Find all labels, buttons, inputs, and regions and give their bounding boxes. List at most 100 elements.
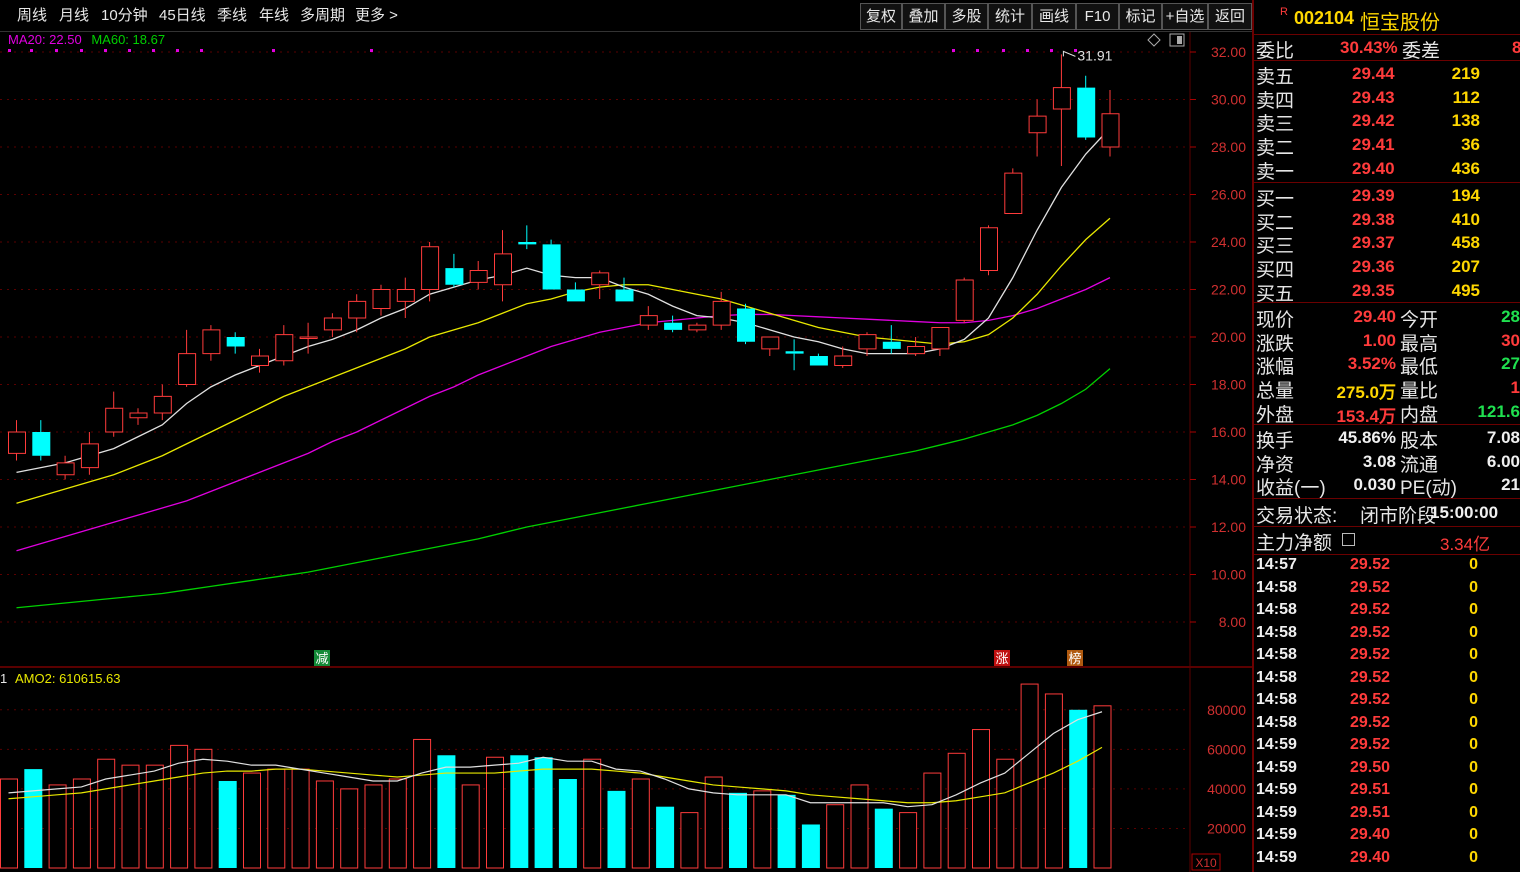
period-tab-4[interactable]: 季线 xyxy=(217,0,247,31)
toolbar-button-7[interactable]: +自选 xyxy=(1162,3,1208,30)
volume-bar-down xyxy=(777,794,796,868)
volume-bar-up xyxy=(461,784,480,869)
separator xyxy=(1254,526,1520,527)
candle-body-up xyxy=(834,355,853,366)
candle-body-up xyxy=(980,227,998,271)
candle-body-up xyxy=(202,329,221,355)
volume-bar-down xyxy=(24,769,43,868)
candle-body-up xyxy=(639,315,658,326)
candle-body-up xyxy=(129,412,148,419)
volume-bar-up xyxy=(315,780,334,869)
period-tab-3[interactable]: 45日线 xyxy=(159,0,206,31)
stat-value: 0.030 xyxy=(1353,475,1396,495)
candle-body-up xyxy=(421,246,440,290)
volume-bar-up xyxy=(267,768,286,869)
tick-time: 14:58 xyxy=(1256,713,1297,731)
toolbar-button-4[interactable]: 画线 xyxy=(1032,3,1076,30)
separator xyxy=(1254,424,1520,425)
volume-bar-up xyxy=(826,804,845,869)
tick-volume: 0 xyxy=(1469,781,1478,798)
volume-legend-prefix: 1 xyxy=(0,671,7,686)
candle-body-up xyxy=(1028,115,1047,134)
signal-dot xyxy=(8,49,11,52)
detail-icon[interactable] xyxy=(1342,533,1355,546)
wei-bi-label: 委比 xyxy=(1256,41,1295,62)
price-tick-label: 32.00 xyxy=(1211,44,1246,60)
signal-dot xyxy=(976,49,979,52)
volume-bar-up xyxy=(121,764,140,869)
kline-chart-area[interactable]: 32.00 30.00 28.00 26.00 24.00 22.00 20.00 18.00… xyxy=(0,0,1252,872)
stat-value: 21 xyxy=(1501,475,1520,495)
period-tab-2[interactable]: 10分钟 xyxy=(101,0,148,31)
tick-time: 14:59 xyxy=(1256,758,1297,776)
tick-volume: 0 xyxy=(1469,736,1478,753)
signal-dot xyxy=(152,49,155,52)
tick-volume: 0 xyxy=(1469,691,1478,708)
tick-price: 29.52 xyxy=(1350,691,1391,708)
period-tab-6[interactable]: 多周期 xyxy=(300,0,345,31)
period-tab-5[interactable]: 年线 xyxy=(259,0,289,31)
ma60-line xyxy=(16,368,1111,609)
volume-bar-up xyxy=(583,758,602,869)
candle-body-down xyxy=(882,341,901,349)
signal-dot xyxy=(128,49,131,52)
candle-body-up xyxy=(469,270,488,283)
toolbar-button-5[interactable]: F10 xyxy=(1076,3,1119,30)
tick-volume: 0 xyxy=(1469,713,1478,731)
candle-body-up xyxy=(153,395,172,414)
candle-body-up xyxy=(348,300,367,319)
sell-price: 29.44 xyxy=(1352,64,1395,83)
price-tick-label: 10.00 xyxy=(1211,567,1246,583)
price-tick-label: 8.00 xyxy=(1219,614,1246,630)
toolbar-button-3[interactable]: 统计 xyxy=(988,3,1032,30)
volume-bar-up xyxy=(631,778,650,869)
toolbar-button-2[interactable]: 多股 xyxy=(945,3,988,30)
volume-bar-up xyxy=(486,756,504,869)
period-tab-1[interactable]: 月线 xyxy=(59,0,89,31)
period-tab-7[interactable]: 更多 > xyxy=(355,0,398,31)
volume-bar-up xyxy=(364,784,383,869)
main-net-label: 主力净额 xyxy=(1256,533,1333,554)
separator xyxy=(1254,554,1520,555)
stat-label: 内盘 xyxy=(1400,404,1439,426)
tick-price: 29.52 xyxy=(1350,623,1391,641)
buy-volume: 458 xyxy=(1451,233,1480,253)
tick-price: 29.40 xyxy=(1350,848,1391,866)
candle-body-down xyxy=(1077,87,1096,138)
volume-bar-up xyxy=(243,772,261,869)
toolbar-button-0[interactable]: 复权 xyxy=(860,3,902,30)
tick-time: 14:59 xyxy=(1256,848,1297,866)
candle-body-up xyxy=(396,289,415,302)
tick-volume: 0 xyxy=(1469,848,1478,866)
signal-dot xyxy=(200,49,203,52)
volume-bar-up xyxy=(680,812,699,869)
sell-volume: 112 xyxy=(1452,87,1480,107)
signal-dot xyxy=(272,49,275,52)
kline-chart[interactable]: 32.0030.0028.0026.0024.0022.0020.0018.00… xyxy=(0,0,1252,872)
candle-body-down xyxy=(615,289,634,302)
volume-bar-up xyxy=(923,772,942,869)
volume-bar-down xyxy=(729,792,747,868)
volume-bar-up xyxy=(850,784,869,869)
candle-body-up xyxy=(275,334,294,362)
sell-volume: 36 xyxy=(1461,135,1480,155)
tick-price: 29.52 xyxy=(1350,556,1391,573)
period-toolbar: 周线 月线 10分钟 45日线 季线 年线 多周期 更多 > 复权 叠加 多股 统计 画线 F10 标记 +自… xyxy=(0,0,1252,32)
candle-body-up xyxy=(494,253,512,286)
wei-bi-value: 30.43% xyxy=(1340,38,1398,57)
price-tick-label: 30.00 xyxy=(1211,92,1246,108)
separator xyxy=(1254,302,1520,303)
volume-legend: AMO2: 610615.63 xyxy=(15,671,121,686)
volume-bar-down xyxy=(874,808,893,868)
candle-body-up xyxy=(251,355,269,366)
toolbar-button-6[interactable]: 标记 xyxy=(1119,3,1162,30)
candle-body-down xyxy=(737,308,755,342)
candle-body-down xyxy=(809,356,828,366)
period-tab-0[interactable]: 周线 xyxy=(17,0,47,31)
volume-bar-up xyxy=(1044,693,1063,869)
toolbar-button-1[interactable]: 叠加 xyxy=(902,3,945,30)
tick-volume: 0 xyxy=(1469,623,1478,641)
tick-volume: 0 xyxy=(1469,803,1478,821)
tick-volume: 0 xyxy=(1469,601,1478,618)
toolbar-button-8[interactable]: 返回 xyxy=(1208,3,1252,30)
